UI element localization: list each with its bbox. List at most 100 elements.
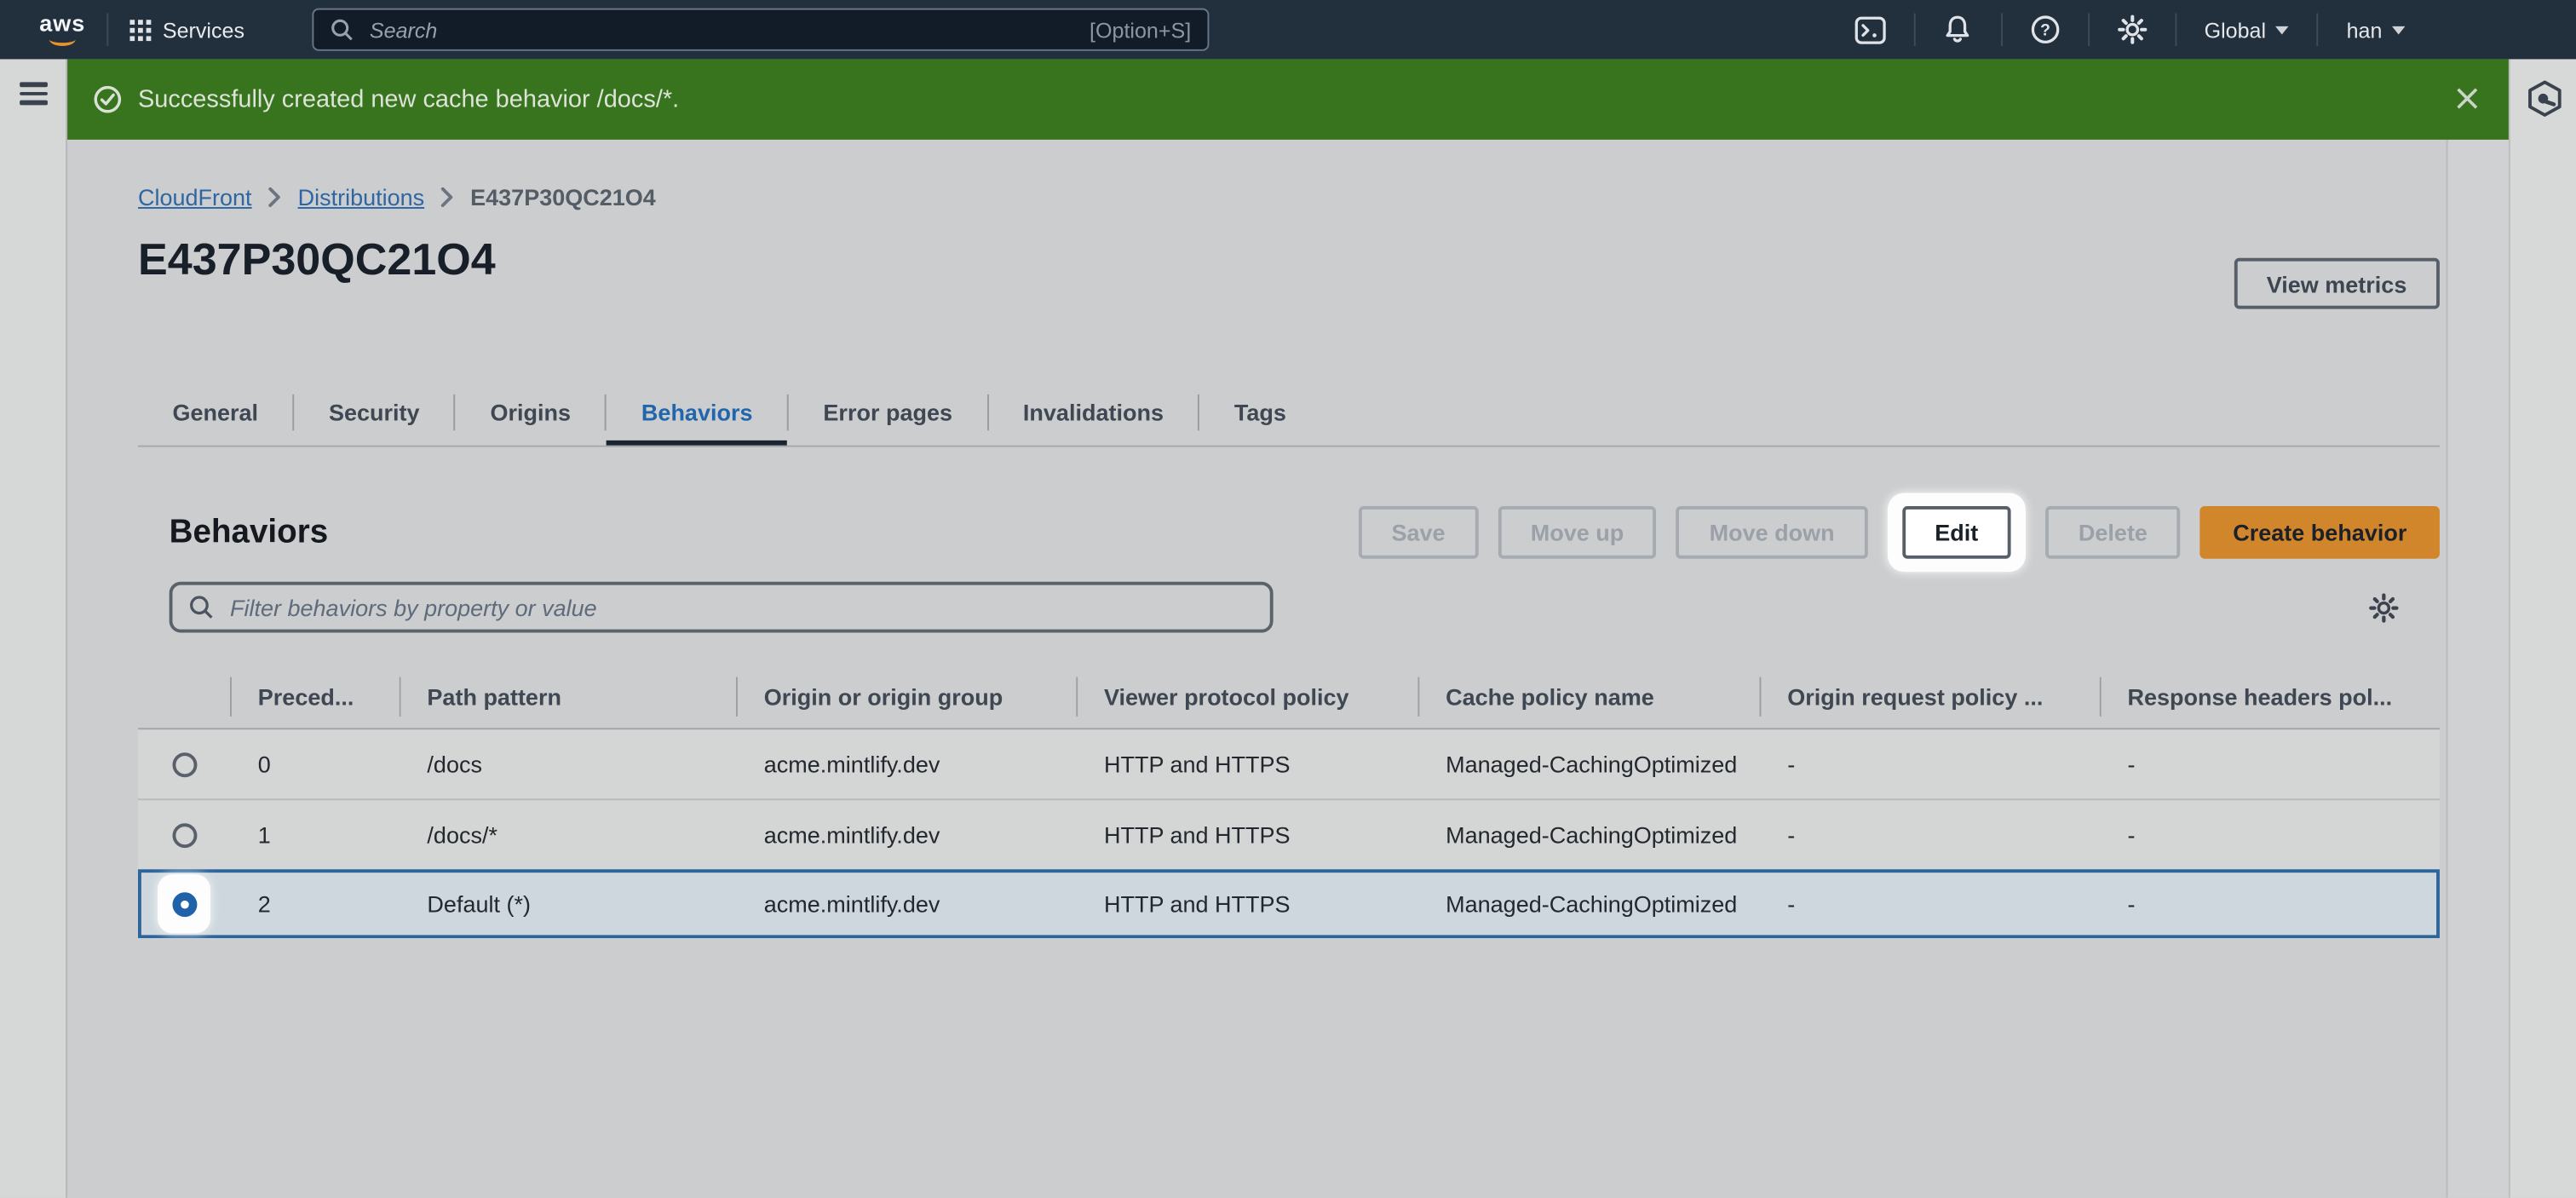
- table-row-selected[interactable]: 2 Default (*) acme.mintlify.dev HTTP and…: [138, 869, 2440, 938]
- breadcrumb-current: E437P30QC21O4: [470, 184, 656, 210]
- cell-cache-policy: Managed-CachingOptimized: [1417, 800, 1759, 869]
- aws-smile-icon: [49, 33, 76, 46]
- save-button[interactable]: Save: [1359, 506, 1478, 559]
- behaviors-filter[interactable]: [170, 582, 1274, 633]
- tab-general[interactable]: General: [138, 378, 293, 446]
- header-precedence: Preced...: [230, 665, 400, 728]
- cell-viewer-protocol: HTTP and HTTPS: [1076, 869, 1417, 938]
- distribution-tabs: General Security Origins Behaviors Error…: [138, 378, 1320, 446]
- topbar-divider: [106, 13, 108, 46]
- header-response-headers-policy: Response headers pol...: [2100, 665, 2440, 728]
- right-side-strip: [2509, 59, 2576, 1197]
- flashbar-message: Successfully created new cache behavior …: [138, 85, 679, 113]
- search-input[interactable]: [366, 15, 1090, 43]
- create-behavior-button[interactable]: Create behavior: [2200, 506, 2440, 559]
- cell-origin: acme.mintlify.dev: [736, 869, 1076, 938]
- topbar-divider: [1913, 13, 1915, 46]
- move-down-button[interactable]: Move down: [1676, 506, 1867, 559]
- page-title: E437P30QC21O4: [138, 235, 496, 286]
- table-header-row: Preced... Path pattern Origin or origin …: [138, 665, 2440, 729]
- cell-origin-request-policy: -: [1759, 729, 2099, 798]
- breadcrumb-chevron-icon: [440, 187, 453, 207]
- amazon-q-button[interactable]: [2525, 79, 2564, 118]
- tab-error-pages[interactable]: Error pages: [789, 378, 987, 446]
- region-selector[interactable]: Global: [2198, 17, 2296, 42]
- account-menu[interactable]: han: [2340, 17, 2412, 42]
- cell-viewer-protocol: HTTP and HTTPS: [1076, 729, 1417, 798]
- search-icon: [189, 595, 214, 619]
- breadcrumb-distributions-link[interactable]: Distributions: [298, 184, 425, 210]
- cell-cache-policy: Managed-CachingOptimized: [1417, 729, 1759, 798]
- cell-path-pattern: /docs: [400, 729, 736, 798]
- services-label: Services: [163, 17, 244, 42]
- services-grid-icon: [129, 19, 151, 40]
- tab-behaviors[interactable]: Behaviors: [607, 378, 787, 446]
- global-search-box[interactable]: [Option+S]: [312, 9, 1209, 51]
- search-shortcut-hint: [Option+S]: [1090, 17, 1191, 42]
- tabs-underline-rule: [138, 446, 2440, 447]
- content-edge-line: [2447, 140, 2448, 1198]
- behaviors-table: Preced... Path pattern Origin or origin …: [138, 665, 2440, 938]
- tab-invalidations[interactable]: Invalidations: [988, 378, 1198, 446]
- cell-precedence: 0: [230, 729, 400, 798]
- header-radio-column: [138, 665, 230, 728]
- cell-response-headers-policy: -: [2100, 800, 2440, 869]
- table-row[interactable]: 1 /docs/* acme.mintlify.dev HTTP and HTT…: [138, 798, 2440, 869]
- services-menu-button[interactable]: Services: [129, 17, 244, 42]
- breadcrumb-cloudfront-link[interactable]: CloudFront: [138, 184, 252, 210]
- tab-security[interactable]: Security: [294, 378, 454, 446]
- view-metrics-button[interactable]: View metrics: [2234, 258, 2440, 309]
- row-radio-button[interactable]: [172, 822, 197, 847]
- header-origin: Origin or origin group: [736, 665, 1076, 728]
- cell-response-headers-policy: -: [2100, 729, 2440, 798]
- help-button[interactable]: ?: [2023, 9, 2066, 51]
- cell-origin-request-policy: -: [1759, 869, 2099, 938]
- flashbar-close-icon[interactable]: ×: [2452, 81, 2483, 117]
- region-label: Global: [2205, 17, 2266, 42]
- notifications-bell-button[interactable]: [1936, 9, 1979, 51]
- header-viewer-protocol: Viewer protocol policy: [1076, 665, 1417, 728]
- row-radio-button-checked[interactable]: [172, 891, 197, 916]
- hamburger-menu-button[interactable]: [20, 82, 48, 105]
- cloudshell-button[interactable]: [1849, 9, 1892, 51]
- cell-path-pattern: Default (*): [400, 869, 736, 938]
- main-content: CloudFront Distributions E437P30QC21O4 E…: [67, 140, 2509, 1198]
- delete-button[interactable]: Delete: [2045, 506, 2180, 559]
- topbar-divider: [2317, 13, 2319, 46]
- cell-viewer-protocol: HTTP and HTTPS: [1076, 800, 1417, 869]
- table-preferences-gear-icon[interactable]: [2369, 593, 2399, 623]
- chevron-down-icon: [2276, 26, 2289, 34]
- filter-behaviors-input[interactable]: [227, 592, 1253, 622]
- account-label: han: [2347, 17, 2383, 42]
- table-row[interactable]: 0 /docs acme.mintlify.dev HTTP and HTTPS…: [138, 729, 2440, 798]
- search-icon: [331, 18, 354, 41]
- cell-origin-request-policy: -: [1759, 800, 2099, 869]
- topbar-divider: [2175, 13, 2176, 46]
- cell-origin: acme.mintlify.dev: [736, 800, 1076, 869]
- topbar: aws Services: [0, 0, 2576, 59]
- header-path-pattern: Path pattern: [400, 665, 736, 728]
- topbar-right-group: ? Global: [1849, 9, 2576, 51]
- settings-gear-button[interactable]: [2111, 9, 2153, 51]
- topbar-divider: [2000, 13, 2002, 46]
- cell-response-headers-policy: -: [2100, 869, 2440, 938]
- topbar-divider: [2088, 13, 2090, 46]
- cell-origin: acme.mintlify.dev: [736, 729, 1076, 798]
- tab-origins[interactable]: Origins: [456, 378, 606, 446]
- cell-cache-policy: Managed-CachingOptimized: [1417, 869, 1759, 938]
- behaviors-heading: Behaviors: [170, 515, 329, 552]
- header-origin-request-policy: Origin request policy ...: [1759, 665, 2099, 728]
- success-flashbar: Successfully created new cache behavior …: [67, 59, 2509, 139]
- content-right-gutter: [2447, 140, 2509, 1198]
- move-up-button[interactable]: Move up: [1498, 506, 1657, 559]
- cell-precedence: 2: [230, 869, 400, 938]
- cell-path-pattern: /docs/*: [400, 800, 736, 869]
- row-radio-button[interactable]: [172, 752, 197, 776]
- tab-tags[interactable]: Tags: [1199, 378, 1320, 446]
- edit-button[interactable]: Edit: [1902, 506, 2011, 559]
- svg-text:?: ?: [2040, 22, 2050, 40]
- edit-button-highlight: Edit: [1887, 493, 2026, 573]
- aws-console-window: aws Services: [0, 0, 2576, 1198]
- aws-logo[interactable]: aws: [39, 13, 85, 46]
- left-nav-strip: [0, 59, 67, 1197]
